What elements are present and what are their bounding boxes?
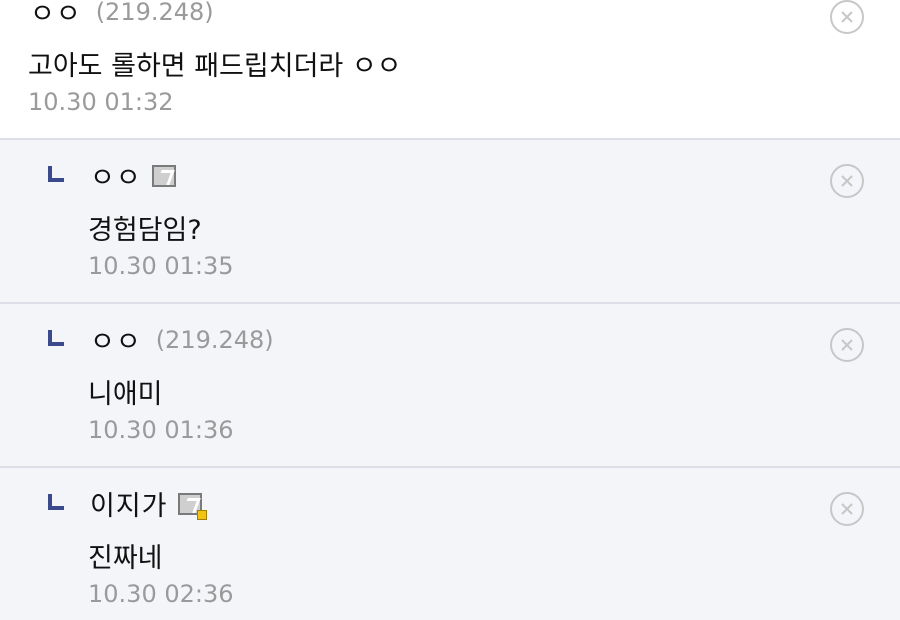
comment-text: 진짜네 — [88, 543, 163, 574]
delete-button[interactable] — [830, 328, 864, 362]
delete-button[interactable] — [830, 492, 864, 526]
ip-address: (219.248) — [95, 0, 214, 26]
comment-text: 고아도 롤하면 패드립치더라 ㅇㅇ — [28, 51, 402, 82]
gallog-icon[interactable] — [151, 164, 176, 187]
comment-date: 10.30 01:32 — [28, 88, 174, 116]
nickname[interactable]: ㅇㅇ — [90, 156, 142, 195]
comment-author: ㅇㅇ — [90, 156, 176, 195]
reply-item: 이지가 진짜네 10.30 02:36 — [0, 468, 900, 620]
gallog-fixed-icon[interactable] — [177, 492, 207, 520]
comment-author: ㅇㅇ (219.248) — [30, 0, 214, 31]
delete-button[interactable] — [830, 164, 864, 198]
reply-item: ㅇㅇ (219.248) 니애미 10.30 01:36 — [0, 304, 900, 468]
reply-arrow-icon — [48, 330, 64, 346]
comment-date: 10.30 02:36 — [88, 580, 234, 608]
ip-address: (219.248) — [155, 325, 274, 354]
close-icon — [841, 11, 853, 23]
reply-arrow-icon — [48, 494, 64, 510]
delete-button[interactable] — [830, 0, 864, 34]
nickname[interactable]: 이지가 — [90, 484, 168, 523]
comment-author: 이지가 — [90, 484, 207, 523]
close-icon — [841, 339, 853, 351]
reply-item: ㅇㅇ 경험담임? 10.30 01:35 — [0, 140, 900, 304]
comment-author: ㅇㅇ (219.248) — [90, 320, 274, 359]
fixed-nick-dot-icon — [196, 509, 207, 520]
nickname[interactable]: ㅇㅇ — [30, 0, 82, 31]
comment-date: 10.30 01:35 — [88, 252, 234, 280]
close-icon — [841, 175, 853, 187]
close-icon — [841, 503, 853, 515]
comment-date: 10.30 01:36 — [88, 416, 234, 444]
reply-arrow-icon — [48, 166, 64, 182]
nickname[interactable]: ㅇㅇ — [90, 320, 142, 359]
comment-text: 경험담임? — [88, 215, 202, 246]
comment-text: 니애미 — [88, 379, 163, 410]
comment-item: ㅇㅇ (219.248) 고아도 롤하면 패드립치더라 ㅇㅇ 10.30 01:… — [0, 0, 900, 140]
